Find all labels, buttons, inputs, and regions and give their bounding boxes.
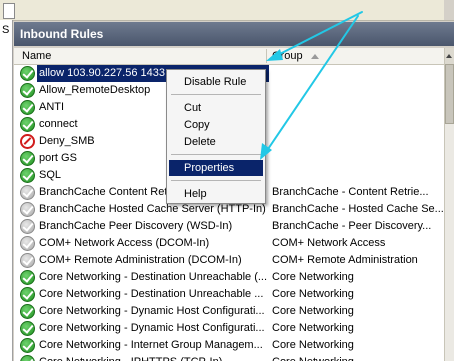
table-row[interactable]: Core Networking - Dynamic Host Configura… — [14, 303, 444, 320]
rule-group: Core Networking — [272, 271, 354, 283]
left-pane-label: S — [2, 24, 10, 36]
vertical-scrollbar[interactable] — [444, 48, 454, 361]
allow-icon — [20, 151, 35, 166]
rule-group: Core Networking — [272, 305, 354, 317]
allow-icon — [20, 338, 35, 353]
table-row[interactable]: Core Networking - Destination Unreachabl… — [14, 286, 444, 303]
rule-group: COM+ Network Access — [272, 237, 386, 249]
rule-group — [272, 150, 444, 167]
rule-group: BranchCache - Hosted Cache Se... — [272, 203, 444, 215]
rule-name: Core Networking - Internet Group Managem… — [39, 339, 263, 351]
allow-icon — [20, 270, 35, 285]
table-row[interactable]: Core Networking - IPHTTPS (TCP-In)Core N… — [14, 354, 444, 361]
deny-icon — [20, 134, 35, 149]
allow-icon — [20, 304, 35, 319]
left-pane: S — [0, 20, 13, 361]
rule-name: Core Networking - Dynamic Host Configura… — [39, 322, 265, 334]
rule-group: Core Networking — [272, 354, 444, 361]
menu-item-cut[interactable]: Cut — [169, 100, 263, 116]
menu-separator — [171, 94, 261, 95]
column-name-header[interactable]: Name — [22, 50, 51, 62]
allow-icon — [20, 287, 35, 302]
table-row[interactable]: Core Networking - Destination Unreachabl… — [14, 269, 444, 286]
window-edge — [3, 3, 15, 19]
allow-icon — [20, 100, 35, 115]
menu-item-disable-rule[interactable]: Disable Rule — [169, 74, 263, 90]
rule-group: BranchCache - Peer Discovery... — [272, 220, 432, 232]
allow-icon — [20, 321, 35, 336]
column-group-header[interactable]: Group — [272, 50, 303, 62]
allow-icon — [20, 355, 35, 361]
menu-item-properties[interactable]: Properties — [169, 160, 263, 176]
disabled-icon — [20, 202, 35, 217]
rule-group: Core Networking — [272, 339, 354, 351]
menu-item-delete[interactable]: Delete — [169, 134, 263, 150]
window-edge-right — [444, 0, 454, 20]
rule-name: Core Networking - Dynamic Host Configura… — [39, 305, 265, 317]
table-row[interactable]: BranchCache Peer Discovery (WSD-In) Branc… — [14, 218, 444, 235]
table-row[interactable]: COM+ Network Access (DCOM-In) COM+ Networ… — [14, 235, 444, 252]
disabled-icon — [20, 253, 35, 268]
allow-icon — [20, 83, 35, 98]
table-row[interactable]: COM+ Remote Administration (DCOM-In) COM+… — [14, 252, 444, 269]
disabled-icon — [20, 219, 35, 234]
top-strip — [0, 0, 454, 21]
rule-group: BranchCache - Content Retrie... — [272, 186, 429, 198]
panel-title: Inbound Rules — [14, 22, 454, 46]
rule-name: Core Networking - Destination Unreachabl… — [39, 271, 268, 283]
menu-item-help[interactable]: Help — [169, 186, 263, 202]
allow-icon — [20, 168, 35, 183]
rule-name: Core Networking - Destination Unreachabl… — [39, 288, 264, 300]
rule-group — [272, 167, 444, 184]
rule-name: BranchCache Peer Discovery (WSD-In) — [39, 220, 233, 232]
allow-icon — [20, 117, 35, 132]
rule-group — [272, 99, 444, 116]
menu-separator — [171, 180, 261, 181]
rule-name: COM+ Remote Administration (DCOM-In) — [39, 254, 242, 266]
sort-ascending-icon — [311, 54, 319, 59]
table-row[interactable]: Core Networking - Dynamic Host Configura… — [14, 320, 444, 337]
scroll-up-arrow-icon[interactable] — [445, 48, 454, 64]
rule-group: Core Networking — [272, 288, 354, 300]
context-menu: Disable Rule Cut Copy Delete Properties … — [166, 69, 266, 204]
column-header: Name Group — [14, 48, 444, 65]
menu-item-copy[interactable]: Copy — [169, 117, 263, 133]
rule-group — [272, 65, 444, 82]
column-separator[interactable] — [266, 49, 267, 63]
scroll-thumb[interactable] — [445, 64, 454, 124]
rule-group — [272, 116, 444, 133]
rule-group — [272, 82, 444, 99]
disabled-icon — [20, 185, 35, 200]
menu-separator — [171, 154, 261, 155]
table-row[interactable]: Core Networking - Internet Group Managem… — [14, 337, 444, 354]
disabled-icon — [20, 236, 35, 251]
rule-group: Core Networking — [272, 322, 354, 334]
rule-group: COM+ Remote Administration — [272, 254, 418, 266]
rule-group — [272, 133, 444, 150]
rule-name: Core Networking - IPHTTPS (TCP-In) — [37, 354, 269, 361]
allow-icon — [20, 66, 35, 81]
rule-name: COM+ Network Access (DCOM-In) — [39, 237, 210, 249]
